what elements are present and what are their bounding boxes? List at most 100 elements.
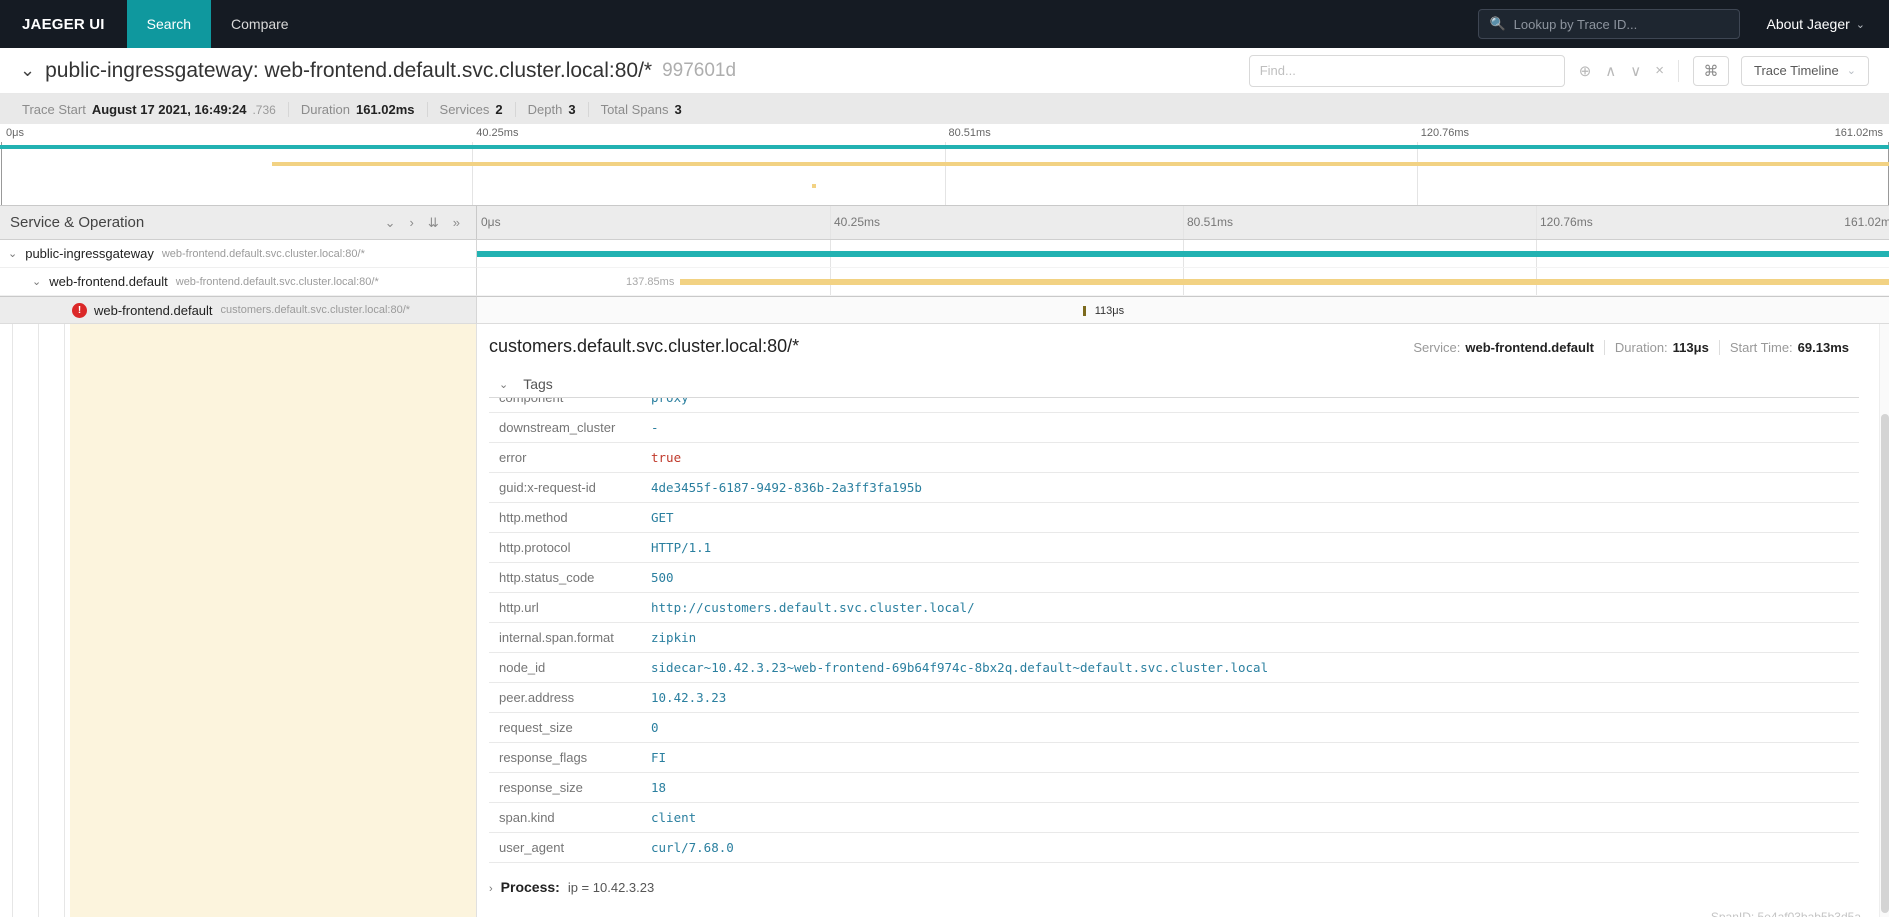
detail-start-time: Start Time:69.13ms — [1719, 340, 1859, 355]
app-brand: JAEGER UI — [0, 16, 127, 33]
keyboard-shortcuts-button[interactable]: ⌘ — [1693, 56, 1729, 86]
trace-view-selector-label: Trace Timeline — [1754, 63, 1839, 78]
span-bar[interactable] — [1083, 306, 1086, 316]
tick-label: 80.51ms — [949, 127, 991, 139]
find-prev-icon[interactable]: ∧ — [1605, 62, 1616, 80]
span-name-cell[interactable]: ! web-frontend.default customers.default… — [0, 296, 477, 324]
span-detail-panel: customers.default.svc.cluster.local:80/*… — [477, 324, 1889, 917]
minimap-span-bar-2 — [272, 162, 1889, 166]
tick-label: 0μs — [481, 215, 501, 229]
span-duration-label: 113μs — [1095, 305, 1124, 317]
nav-tab-compare[interactable]: Compare — [211, 0, 309, 48]
trace-summary-bar: Trace Start August 17 2021, 16:49:24.736… — [0, 94, 1889, 124]
tag-row: http.method GET — [489, 503, 1859, 533]
trace-id-lookup-input[interactable] — [1514, 17, 1730, 32]
error-icon: ! — [72, 303, 87, 318]
chevron-down-icon: ⌄ — [499, 378, 508, 391]
process-accordion-toggle[interactable]: › Process: ip = 10.42.3.23 — [489, 879, 1859, 895]
tag-row: request_size 0 — [489, 713, 1859, 743]
chevron-down-icon[interactable]: ⌄ — [8, 247, 17, 260]
span-operation-name: customers.default.svc.cluster.local:80/* — [221, 304, 411, 316]
detail-duration: Duration:113μs — [1604, 340, 1719, 355]
scrollbar-thumb[interactable] — [1881, 414, 1889, 913]
trace-id-lookup[interactable]: 🔍 — [1478, 9, 1740, 39]
clear-find-icon[interactable]: × — [1655, 62, 1664, 79]
chevron-right-icon: › — [489, 883, 493, 895]
service-operation-header: Service & Operation — [10, 214, 385, 231]
tag-row: span.kind client — [489, 803, 1859, 833]
tick-label: 0μs — [6, 127, 24, 139]
trace-total-spans: Total Spans 3 — [588, 102, 694, 117]
span-duration-label: 137.85ms — [626, 276, 674, 288]
span-rows: ⌄ public-ingressgateway web-frontend.def… — [0, 240, 1889, 324]
span-bar[interactable] — [477, 251, 1889, 257]
tag-row: downstream_cluster - — [489, 413, 1859, 443]
span-bar[interactable] — [680, 279, 1889, 285]
tag-row: guid:x-request-id 4de3455f-6187-9492-836… — [489, 473, 1859, 503]
timeline-header: Service & Operation ⌄ › ⇊ » 0μs 40.25ms … — [0, 206, 1889, 240]
chevron-down-icon[interactable]: ⌄ — [32, 275, 41, 288]
plus-circle-icon[interactable]: ⊕ — [1579, 62, 1592, 80]
span-operation-name: web-frontend.default.svc.cluster.local:8… — [162, 248, 365, 260]
trace-id-short: 997601d — [662, 60, 736, 82]
tick-label: 120.76ms — [1540, 215, 1593, 229]
tag-row: response_size 18 — [489, 773, 1859, 803]
span-service-name: web-frontend.default — [94, 303, 213, 318]
trace-minimap[interactable] — [0, 142, 1889, 206]
trace-title: public-ingressgateway: web-frontend.defa… — [45, 59, 652, 83]
tag-row: internal.span.format zipkin — [489, 623, 1859, 653]
tag-row: http.status_code 500 — [489, 563, 1859, 593]
trace-header: ⌄ public-ingressgateway: web-frontend.de… — [0, 48, 1889, 94]
trace-depth: Depth 3 — [515, 102, 588, 117]
process-label: Process: — [501, 879, 560, 895]
detail-scrollbar[interactable] — [1879, 324, 1889, 917]
span-id: SpanID: 5e4af03bab5b3d5a — [1711, 910, 1861, 917]
chevron-down-icon: ⌄ — [1856, 18, 1865, 31]
minimap-left-scrubber[interactable] — [1, 142, 2, 205]
trace-view-selector[interactable]: Trace Timeline ⌄ — [1741, 56, 1869, 86]
tag-row: user_agent curl/7.68.0 — [489, 833, 1859, 863]
span-service-name: public-ingressgateway — [25, 246, 154, 261]
tag-row: component proxy — [489, 398, 1859, 413]
span-row-3-selected: ! web-frontend.default customers.default… — [0, 296, 1889, 324]
tag-row: http.url http://customers.default.svc.cl… — [489, 593, 1859, 623]
detail-operation-name: customers.default.svc.cluster.local:80/* — [489, 336, 1403, 357]
find-input[interactable] — [1249, 55, 1565, 87]
span-row-2: ⌄ web-frontend.default web-frontend.defa… — [0, 268, 1889, 296]
about-jaeger-label: About Jaeger — [1766, 16, 1849, 32]
span-detail-row: customers.default.svc.cluster.local:80/*… — [0, 324, 1889, 917]
span-timeline-cell[interactable] — [477, 240, 1889, 268]
about-jaeger-menu[interactable]: About Jaeger ⌄ — [1766, 16, 1865, 32]
search-icon: 🔍 — [1489, 16, 1505, 32]
tag-row: error true — [489, 443, 1859, 473]
span-timeline-cell[interactable]: 137.85ms — [477, 268, 1889, 296]
span-name-cell[interactable]: ⌄ web-frontend.default web-frontend.defa… — [0, 268, 477, 296]
nav-tab-search[interactable]: Search — [127, 0, 211, 48]
detail-service: Service:web-frontend.default — [1403, 340, 1604, 355]
tags-accordion-toggle[interactable]: ⌄ Tags — [489, 373, 1859, 398]
trace-services: Services 2 — [427, 102, 515, 117]
tick-label: 161.02ms — [1835, 127, 1883, 139]
span-detail-indent — [0, 324, 477, 917]
top-navbar: JAEGER UI Search Compare 🔍 About Jaeger … — [0, 0, 1889, 48]
tick-label: 40.25ms — [476, 127, 518, 139]
span-operation-name: web-frontend.default.svc.cluster.local:8… — [176, 276, 379, 288]
collapse-all-icon[interactable]: ⇊ — [428, 215, 439, 231]
expand-one-icon[interactable]: › — [410, 215, 414, 231]
divider — [1678, 60, 1679, 82]
span-timeline-cell[interactable]: 113μs — [477, 296, 1889, 324]
tick-label: 120.76ms — [1421, 127, 1469, 139]
tick-label: 80.51ms — [1187, 215, 1233, 229]
collapse-trace-chevron-icon[interactable]: ⌄ — [20, 60, 35, 81]
expand-all-icon[interactable]: » — [453, 215, 460, 231]
tags-label: Tags — [523, 376, 553, 392]
trace-start: Trace Start August 17 2021, 16:49:24.736 — [10, 102, 288, 117]
collapse-one-icon[interactable]: ⌄ — [385, 215, 396, 231]
minimap-tick-labels: 0μs 40.25ms 80.51ms 120.76ms 161.02ms — [0, 124, 1889, 142]
minimap-span-bar-3 — [812, 184, 816, 188]
span-service-name: web-frontend.default — [49, 274, 168, 289]
span-row-1: ⌄ public-ingressgateway web-frontend.def… — [0, 240, 1889, 268]
span-name-cell[interactable]: ⌄ public-ingressgateway web-frontend.def… — [0, 240, 477, 268]
find-next-icon[interactable]: ∨ — [1630, 62, 1641, 80]
trace-duration: Duration 161.02ms — [288, 102, 427, 117]
